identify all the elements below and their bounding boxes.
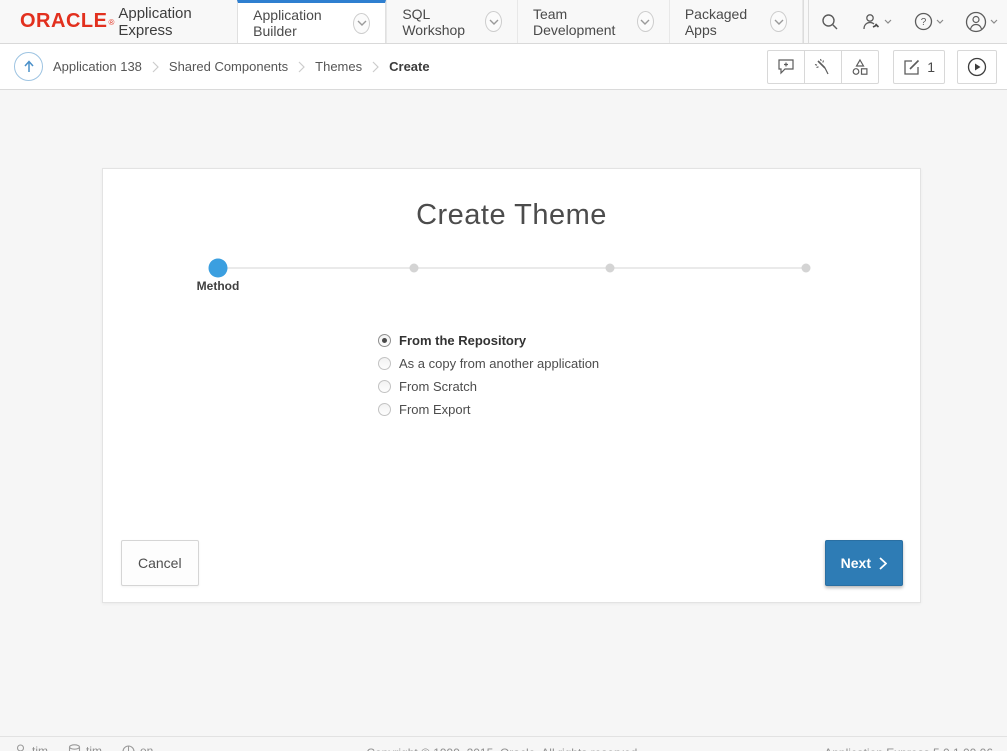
chevron-down-icon xyxy=(936,19,944,24)
registered-mark: ® xyxy=(108,18,114,28)
radio-button-icon[interactable] xyxy=(378,357,391,370)
breadcrumb-create: Create xyxy=(389,59,429,74)
chevron-down-icon[interactable] xyxy=(353,13,370,34)
create-theme-wizard-card: Create Theme Method From the Repository … xyxy=(102,168,921,603)
breadcrumb-separator-icon xyxy=(298,61,305,73)
tab-application-builder[interactable]: Application Builder xyxy=(237,0,386,43)
wizard-step-dot-2 xyxy=(409,264,418,273)
breadcrumb-application-138[interactable]: Application 138 xyxy=(53,59,142,74)
radio-button-icon[interactable] xyxy=(378,334,391,347)
edit-page-number: 1 xyxy=(927,59,935,75)
page-footer: tim tim en Copyright © 1999, 2015, Oracl… xyxy=(0,736,1007,751)
run-icon xyxy=(967,57,987,77)
tab-sql-workshop[interactable]: SQL Workshop xyxy=(386,0,517,43)
svg-text:?: ? xyxy=(921,17,927,28)
chevron-down-icon[interactable] xyxy=(770,11,787,32)
next-button[interactable]: Next xyxy=(825,540,903,586)
create-theme-method-options: From the Repository As a copy from anoth… xyxy=(378,329,599,421)
page-toolbar: 1 xyxy=(767,50,997,84)
footer-version: Application Express 5.0.1.00.06 xyxy=(824,746,993,751)
shared-components-button[interactable] xyxy=(841,50,879,84)
help-icon: ? xyxy=(914,12,933,31)
radio-label: From Scratch xyxy=(399,379,477,394)
radio-from-the-repository[interactable]: From the Repository xyxy=(378,329,599,352)
toolbar-button-group xyxy=(767,50,879,84)
radio-label: From Export xyxy=(399,402,471,417)
tab-label: Team Development xyxy=(533,6,628,38)
page-title: Create Theme xyxy=(103,199,920,232)
breadcrumb-separator-icon xyxy=(372,61,379,73)
feedback-button[interactable] xyxy=(767,50,805,84)
utilities-wand-icon xyxy=(814,58,832,76)
help-menu-button[interactable]: ? xyxy=(903,0,955,43)
radio-label: As a copy from another application xyxy=(399,356,599,371)
user-icon xyxy=(965,11,987,33)
breadcrumb-separator-icon xyxy=(152,61,159,73)
breadcrumb: Application 138 Shared Components Themes… xyxy=(53,59,430,74)
tab-team-development[interactable]: Team Development xyxy=(517,0,669,43)
chevron-down-icon xyxy=(884,19,892,24)
tab-packaged-apps[interactable]: Packaged Apps xyxy=(669,0,803,43)
radio-from-scratch[interactable]: From Scratch xyxy=(378,375,599,398)
edit-page-icon xyxy=(903,58,921,76)
run-application-button[interactable] xyxy=(957,50,997,84)
feedback-icon xyxy=(777,58,795,75)
chevron-down-icon[interactable] xyxy=(637,11,654,32)
next-button-label: Next xyxy=(841,555,871,571)
cancel-button[interactable]: Cancel xyxy=(121,540,199,586)
apex-create-theme-page: { "header": { "logo": { "brand": "ORACLE… xyxy=(0,0,1007,751)
oracle-brand-text: ORACLE xyxy=(20,10,107,33)
up-level-button[interactable] xyxy=(14,52,43,81)
header-icon-buttons: ? xyxy=(803,0,1007,43)
radio-from-export[interactable]: From Export xyxy=(378,398,599,421)
wizard-progress-track xyxy=(218,267,806,269)
breadcrumb-bar: Application 138 Shared Components Themes… xyxy=(0,44,1007,90)
search-icon xyxy=(821,13,839,31)
user-menu-button[interactable] xyxy=(955,0,1007,43)
top-nav-tabs: Application Builder SQL Workshop Team De… xyxy=(237,0,803,43)
wizard-step-dot-4 xyxy=(802,264,811,273)
arrow-up-icon xyxy=(23,60,35,73)
wizard-step-dot-3 xyxy=(606,264,615,273)
breadcrumb-shared-components[interactable]: Shared Components xyxy=(169,59,288,74)
chevron-down-icon[interactable] xyxy=(485,11,502,32)
radio-button-icon[interactable] xyxy=(378,380,391,393)
tab-label: SQL Workshop xyxy=(402,6,476,38)
radio-as-a-copy[interactable]: As a copy from another application xyxy=(378,352,599,375)
product-name-text: Application Express xyxy=(118,5,213,39)
breadcrumb-themes[interactable]: Themes xyxy=(315,59,362,74)
edit-page-button[interactable]: 1 xyxy=(893,50,945,84)
administration-menu-button[interactable] xyxy=(851,0,903,43)
wizard-step-label: Method xyxy=(197,279,240,293)
admin-icon xyxy=(862,13,881,31)
chevron-right-icon xyxy=(879,557,887,570)
utilities-button[interactable] xyxy=(804,50,842,84)
app-header: ORACLE ® Application Express Application… xyxy=(0,0,1007,44)
radio-label: From the Repository xyxy=(399,333,526,348)
shared-components-icon xyxy=(851,58,869,76)
oracle-logo: ORACLE ® Application Express xyxy=(0,0,237,43)
chevron-down-icon xyxy=(990,19,998,24)
tab-label: Application Builder xyxy=(253,7,344,39)
main-content: Create Theme Method From the Repository … xyxy=(0,90,1007,750)
tab-label: Packaged Apps xyxy=(685,6,761,38)
radio-button-icon[interactable] xyxy=(378,403,391,416)
wizard-step-dot-method xyxy=(209,259,228,278)
search-button[interactable] xyxy=(809,0,851,43)
